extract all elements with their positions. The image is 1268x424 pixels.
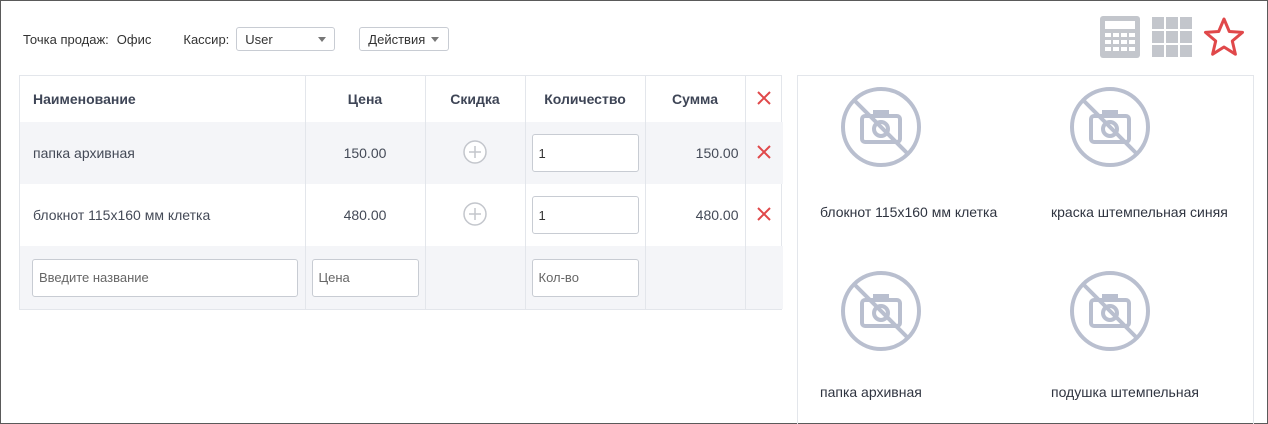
point-of-sale-value: Офис: [116, 31, 152, 47]
product-grid: блокнот 115х160 мм клетка краска штемпел…: [797, 75, 1254, 424]
row-price: 150.00: [305, 122, 426, 184]
close-icon: [757, 144, 771, 159]
product-name: краска штемпельная синяя: [1051, 204, 1228, 220]
add-discount-icon[interactable]: [463, 201, 487, 226]
no-photo-icon: [1070, 87, 1150, 167]
quantity-input[interactable]: 1: [531, 196, 639, 234]
actions-dropdown[interactable]: Действия: [359, 27, 450, 51]
product-name: подушка штемпельная: [1051, 384, 1199, 400]
header-sum: Сумма: [645, 76, 746, 122]
add-discount-icon[interactable]: [463, 139, 487, 164]
table-row: блокнот 115х160 мм клетка 480.00 1 480.0…: [20, 184, 783, 246]
calculator-icon[interactable]: [1099, 15, 1141, 59]
table-header: Наименование Цена Скидка Количество Сумм…: [20, 76, 783, 122]
cashier-select-value: User: [245, 31, 273, 47]
actions-dropdown-label: Действия: [368, 31, 426, 47]
row-name: папка архивная: [20, 122, 306, 184]
no-photo-icon: [1070, 271, 1150, 351]
new-item-name-input[interactable]: Введите название: [32, 258, 298, 297]
chevron-down-icon: [318, 36, 327, 42]
cart-table: Наименование Цена Скидка Количество Сумм…: [19, 75, 783, 310]
row-sum: 480.00: [645, 184, 746, 246]
no-photo-icon: [841, 271, 921, 351]
cashier-label: Кассир:: [183, 31, 230, 47]
chevron-down-icon: [431, 36, 440, 42]
delete-row-button[interactable]: [745, 122, 783, 184]
point-of-sale-label: Точка продаж:: [23, 31, 109, 47]
delete-row-button[interactable]: [745, 184, 783, 246]
new-item-price-input[interactable]: Цена: [311, 258, 419, 297]
toolbar: Точка продаж: Офис Кассир: User Действия: [23, 27, 450, 51]
close-icon: [757, 206, 771, 221]
quantity-input[interactable]: 1: [531, 134, 639, 172]
header-price: Цена: [305, 76, 426, 122]
cashier-select[interactable]: User: [236, 27, 336, 51]
grid-icon[interactable]: [1151, 16, 1193, 58]
star-icon[interactable]: [1203, 16, 1245, 58]
new-item-row: Введите название Цена Кол-во: [20, 246, 783, 309]
view-toolbar: [1099, 15, 1245, 59]
product-name: блокнот 115х160 мм клетка: [820, 204, 998, 220]
header-quantity: Количество: [525, 76, 646, 122]
no-photo-icon: [841, 87, 921, 167]
header-name: Наименование: [20, 76, 306, 122]
product-name: папка архивная: [820, 384, 922, 400]
clear-all-button[interactable]: [745, 76, 783, 122]
row-name: блокнот 115х160 мм клетка: [20, 184, 306, 246]
row-sum: 150.00: [645, 122, 746, 184]
table-row: папка архивная 150.00 1 150.00: [20, 122, 783, 184]
new-item-quantity-input[interactable]: Кол-во: [531, 258, 639, 297]
row-price: 480.00: [305, 184, 426, 246]
close-icon: [757, 90, 771, 105]
header-discount: Скидка: [425, 76, 526, 122]
